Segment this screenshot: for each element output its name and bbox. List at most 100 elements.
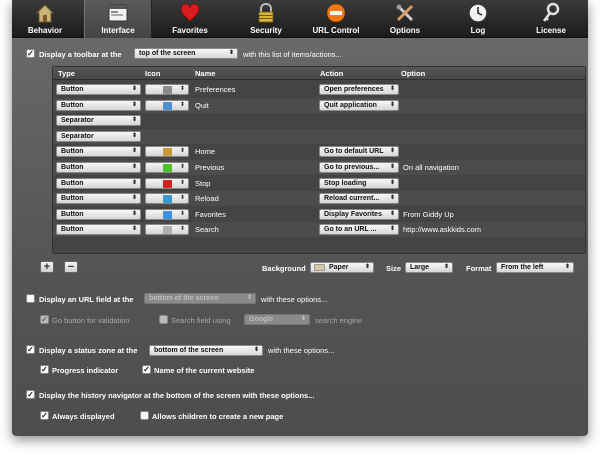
icon-select[interactable]: ⬍	[145, 162, 189, 173]
item-name[interactable]: Search	[195, 225, 219, 234]
tab-log[interactable]: Log	[450, 0, 506, 38]
type-select[interactable]: Separator ⬍	[56, 115, 141, 127]
updown-arrow-icon: ⬍	[131, 148, 137, 155]
icon-select[interactable]: ⬍	[145, 208, 189, 220]
table-row[interactable]: Button ⬍ ⬍ Previous Go to previous... ⬍ On all…	[53, 160, 585, 175]
url-position-value: bottom of the screen	[149, 295, 219, 302]
updown-arrow-icon: ⬍	[179, 164, 185, 170]
action-select[interactable]: Go to default URL ⬍	[319, 146, 399, 158]
table-row[interactable]: Button ⬍ ⬍ Home Go to default URL ⬍	[53, 144, 585, 159]
tab-behavior[interactable]: Behavior	[12, 0, 78, 38]
type-select[interactable]: Button ⬍	[56, 162, 141, 173]
icon-select[interactable]: ⬍	[145, 177, 189, 189]
tab-license[interactable]: License	[522, 0, 580, 38]
allow-children-checkbox[interactable]	[140, 411, 149, 420]
item-name[interactable]: Quit	[195, 101, 209, 110]
icon-select[interactable]: ⬍	[145, 84, 189, 95]
type-select[interactable]: Button ⬍	[56, 208, 141, 220]
col-option-header[interactable]: Option	[401, 69, 425, 78]
action-select[interactable]: Stop loading ⬍	[319, 177, 399, 189]
table-row[interactable]: Button ⬍ ⬍ Preferences Open preferences ⬍	[53, 82, 585, 97]
table-row[interactable]: Button ⬍ ⬍ Reload Reload current... ⬍	[53, 191, 585, 207]
search-engine-select[interactable]: Google ⬍	[244, 314, 310, 325]
history-navigator-checkbox[interactable]: ✓	[26, 390, 35, 399]
item-name[interactable]: Reload	[195, 194, 219, 203]
tab-interface[interactable]: Interface	[84, 0, 152, 38]
updown-arrow-icon: ⬍	[389, 86, 395, 92]
action-select[interactable]: Reload current... ⬍	[319, 193, 399, 205]
tab-favorites[interactable]: Favorites	[162, 0, 218, 38]
background-select[interactable]: Paper ⬍	[310, 262, 374, 273]
url-position-select[interactable]: bottom of the screen ⬍	[144, 293, 256, 304]
action-select[interactable]: Open preferences ⬍	[319, 84, 399, 95]
col-action-header[interactable]: Action	[320, 69, 343, 78]
type-select[interactable]: Button ⬍	[56, 224, 141, 236]
tab-security-label: Security	[250, 26, 282, 35]
tab-options[interactable]: Options	[378, 0, 432, 38]
table-row[interactable]: Button ⬍ ⬍ Favorites Display Favorites ⬍ From …	[53, 207, 585, 222]
tab-security[interactable]: Security	[238, 0, 294, 38]
add-item-button[interactable]: +	[40, 261, 54, 273]
type-select[interactable]: Button ⬍	[56, 84, 141, 95]
status-zone-suffix: with these options...	[268, 346, 335, 355]
updown-arrow-icon: ⬍	[389, 195, 395, 202]
type-select[interactable]: Button ⬍	[56, 146, 141, 158]
updown-arrow-icon: ⬍	[131, 117, 137, 124]
item-name[interactable]: Preferences	[195, 85, 235, 94]
icon-select[interactable]: ⬍	[145, 99, 189, 111]
format-select[interactable]: From the left ⬍	[496, 262, 574, 273]
always-displayed-checkbox[interactable]: ✓	[40, 411, 49, 420]
table-row[interactable]: Button ⬍ ⬍ Quit Quit application ⬍	[53, 97, 585, 113]
action-select[interactable]: Quit application ⬍	[319, 99, 399, 111]
always-displayed-label: Always displayed	[52, 412, 115, 421]
action-select[interactable]: Display Favorites ⬍	[319, 208, 399, 220]
type-select[interactable]: Separator ⬍	[56, 130, 141, 142]
item-name[interactable]: Home	[195, 147, 215, 156]
action-value: Quit application	[324, 101, 377, 109]
toolbar-display-label: Display a toolbar at the	[39, 50, 122, 59]
status-zone-checkbox[interactable]: ✓	[26, 345, 35, 354]
col-type-header[interactable]: Type	[58, 69, 75, 78]
item-option[interactable]: From Giddy Up	[403, 210, 454, 219]
icon-select[interactable]: ⬍	[145, 224, 189, 236]
item-name[interactable]: Stop	[195, 179, 210, 188]
stop-icon	[163, 179, 172, 188]
status-position-select[interactable]: bottom of the screen ⬍	[149, 345, 263, 356]
action-select[interactable]: Go to previous... ⬍	[319, 162, 399, 173]
preferences-icon	[163, 86, 172, 94]
updown-arrow-icon: ⬍	[389, 210, 395, 217]
toolbar-position-select[interactable]: top of the screen ⬍	[134, 48, 238, 59]
table-row[interactable]: Separator ⬍	[53, 113, 585, 128]
toolbar-display-checkbox[interactable]: ✓	[26, 49, 35, 58]
col-icon-header[interactable]: Icon	[145, 69, 160, 78]
item-option[interactable]: On all navigation	[403, 163, 459, 172]
remove-item-button[interactable]: −	[64, 261, 78, 273]
icon-select[interactable]: ⬍	[145, 146, 189, 158]
tab-url-control[interactable]: URL Control	[304, 0, 368, 38]
type-value: Button	[61, 226, 84, 234]
icon-select[interactable]: ⬍	[145, 193, 189, 205]
type-select[interactable]: Button ⬍	[56, 99, 141, 111]
type-select[interactable]: Button ⬍	[56, 177, 141, 189]
size-select[interactable]: Large ⬍	[405, 262, 453, 273]
search-field-checkbox[interactable]	[159, 315, 168, 324]
tab-url-control-label: URL Control	[312, 26, 360, 35]
table-row[interactable]: Separator ⬍	[53, 128, 585, 144]
house-icon	[35, 4, 55, 23]
progress-indicator-checkbox[interactable]: ✓	[40, 365, 49, 374]
home-icon	[163, 148, 172, 157]
item-name[interactable]: Favorites	[195, 210, 226, 219]
go-button-checkbox[interactable]: ✓	[40, 315, 49, 324]
item-name[interactable]: Previous	[195, 163, 224, 172]
table-row[interactable]: Button ⬍ ⬍ Search Go to an URL ... ⬍ http://ww…	[53, 222, 585, 238]
url-field-checkbox[interactable]	[26, 294, 35, 303]
reload-icon	[163, 195, 172, 204]
col-name-header[interactable]: Name	[195, 69, 215, 78]
preferences-toolbar: Behavior Interface Favorites Security UR…	[12, 0, 588, 38]
action-select[interactable]: Go to an URL ... ⬍	[319, 224, 399, 236]
toolbar-display-suffix: with this list of items/actions...	[243, 50, 342, 59]
type-select[interactable]: Button ⬍	[56, 193, 141, 205]
website-name-checkbox[interactable]: ✓	[142, 365, 151, 374]
table-row[interactable]: Button ⬍ ⬍ Stop Stop loading ⬍	[53, 176, 585, 191]
item-option[interactable]: http://www.askkids.com	[403, 225, 481, 234]
